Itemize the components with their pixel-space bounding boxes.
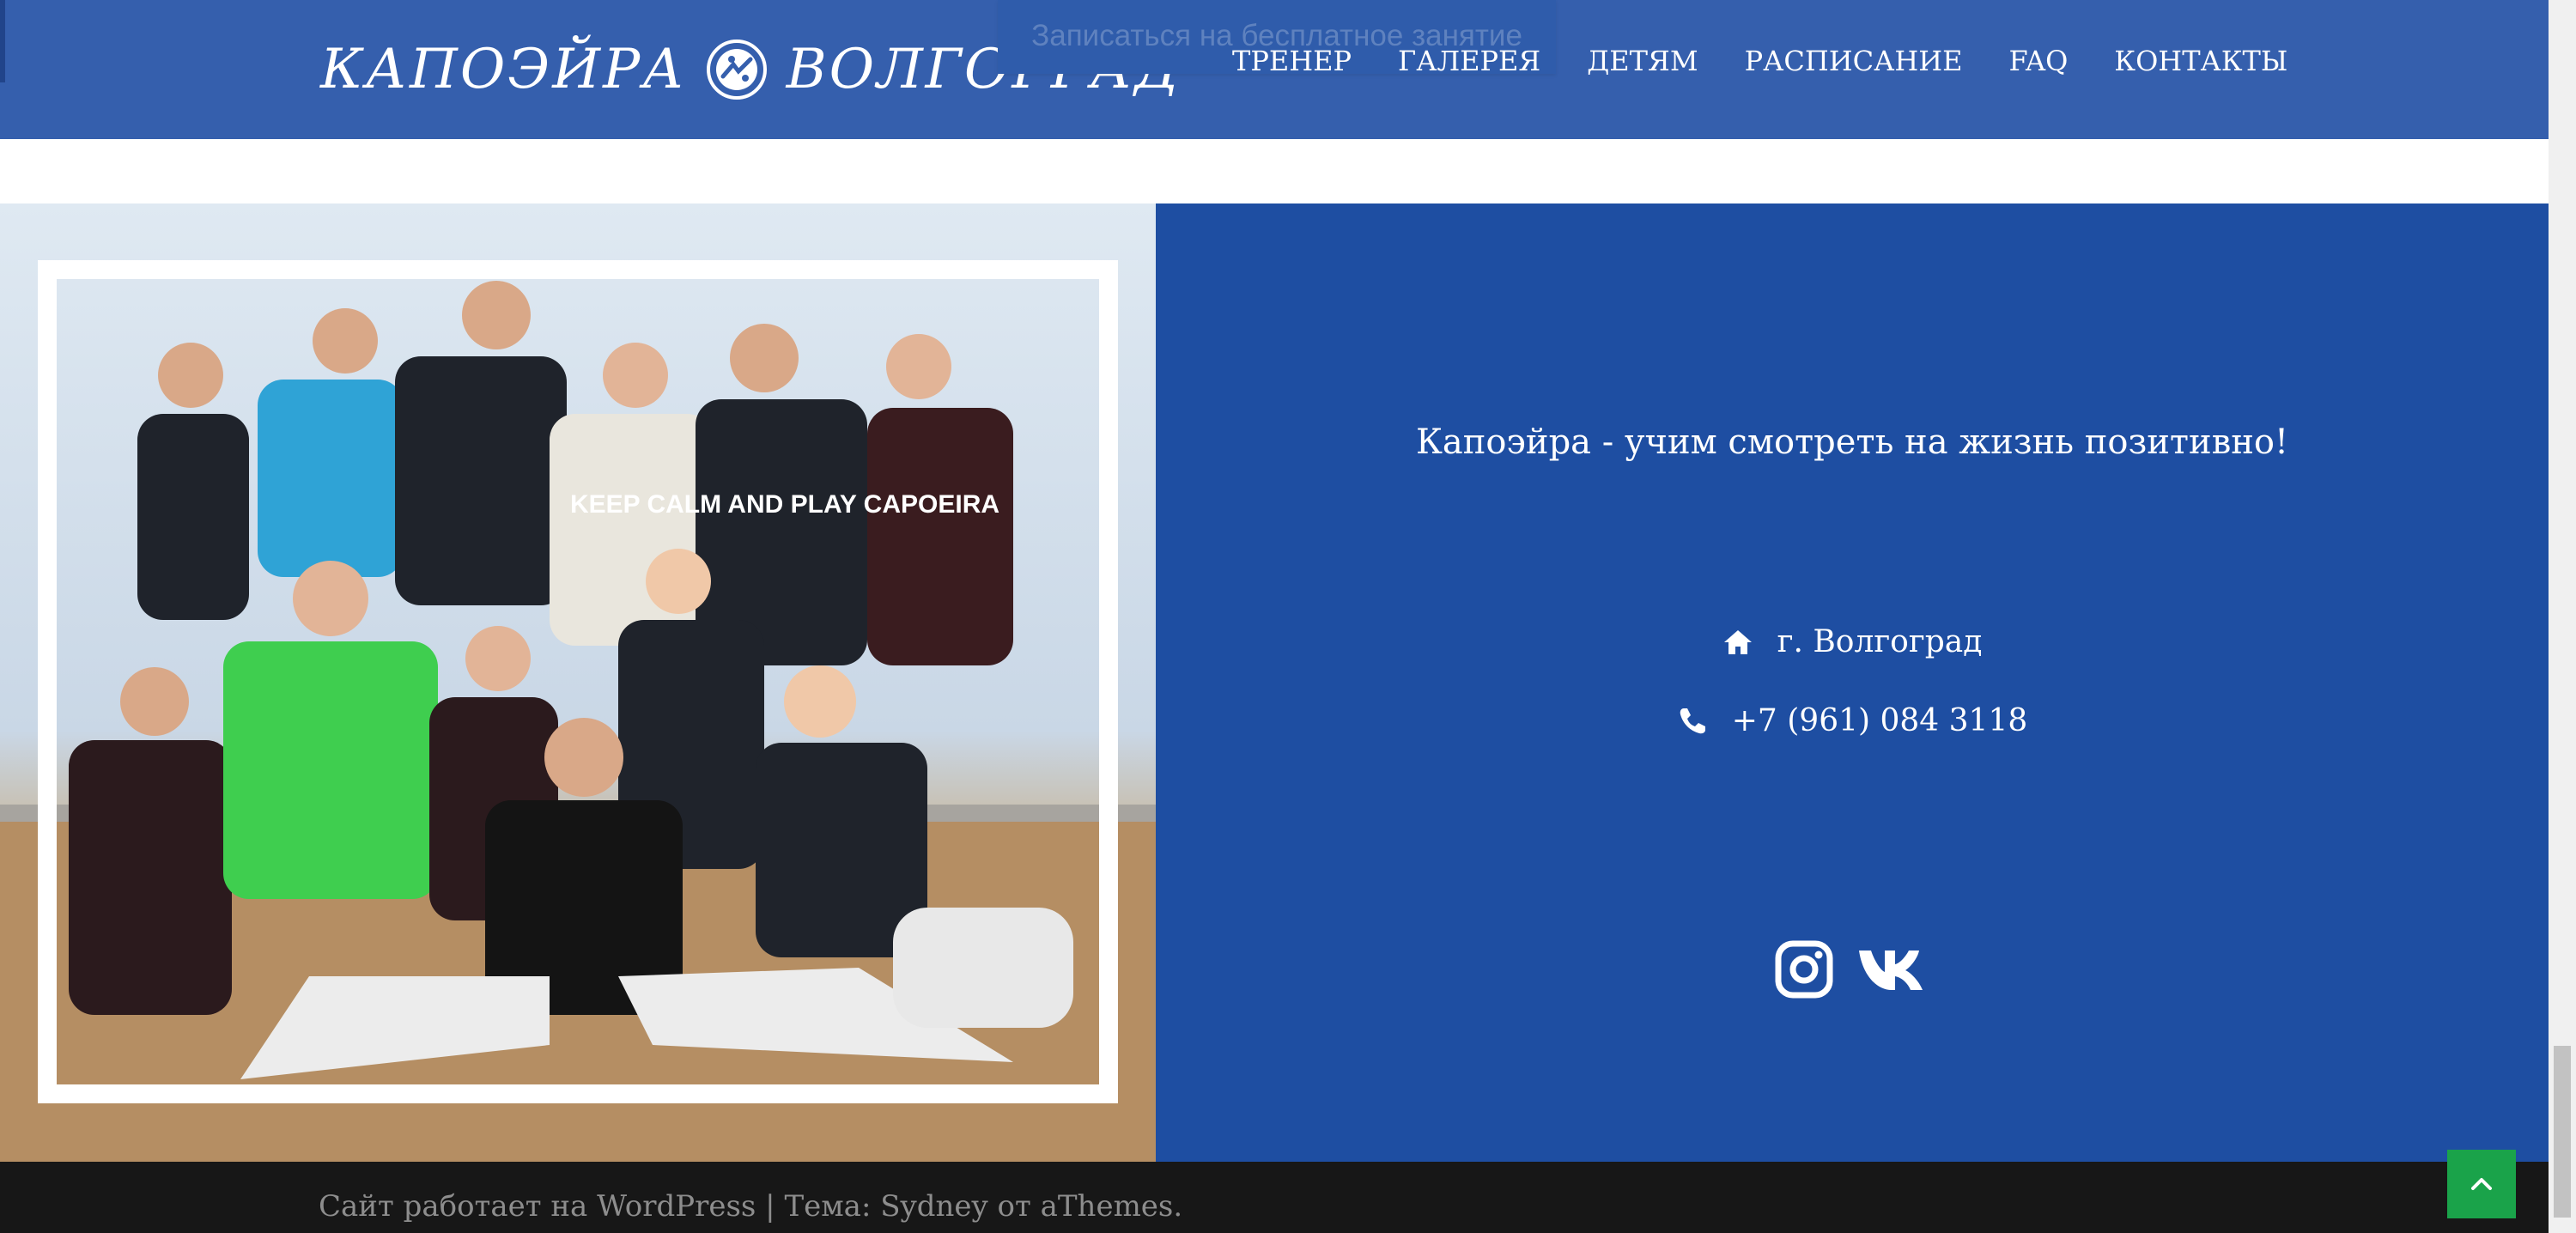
capoeira-emblem-icon (706, 39, 767, 100)
phone-text[interactable]: +7 (961) 084 3118 (1732, 703, 2028, 738)
photo-frame (38, 260, 1118, 1103)
site-footer: Сайт работает на WordPress | Тема: Sydne… (0, 1162, 2549, 1233)
scroll-to-top-button[interactable] (2447, 1150, 2516, 1218)
contact-panel: Капоэйра - учим смотреть на жизнь позити… (1156, 203, 2549, 1162)
page-scrollbar[interactable] (2549, 0, 2576, 1233)
group-photo: KEEP CALM AND PLAY CAPOEIRA (0, 203, 1156, 1162)
nav-gallery[interactable]: ГАЛЕРЕЯ (1398, 45, 1540, 77)
nav-trainer[interactable]: ТРЕНЕР (1232, 45, 1352, 77)
phone-row: +7 (961) 084 3118 (1156, 703, 2549, 738)
nav-schedule[interactable]: РАСПИСАНИЕ (1745, 45, 1963, 77)
chevron-up-icon (2471, 1178, 2492, 1190)
nav-kids[interactable]: ДЕТЯМ (1587, 45, 1698, 77)
social-links (1156, 940, 2549, 999)
site-header: КАПОЭЙРА ВОЛГОГРАД Записаться на бесплат… (0, 0, 2549, 139)
main-nav: ТРЕНЕР ГАЛЕРЕЯ ДЕТЯМ РАСПИСАНИЕ FAQ КОНТ… (1232, 45, 2334, 77)
vk-icon[interactable] (1857, 947, 1929, 992)
scrollbar-thumb[interactable] (2554, 1046, 2571, 1218)
nav-contacts[interactable]: КОНТАКТЫ (2114, 45, 2287, 77)
instagram-icon[interactable] (1775, 940, 1833, 999)
logo-text-left: КАПОЭЙРА (320, 38, 687, 101)
header-edge (0, 0, 5, 82)
nav-faq[interactable]: FAQ (2009, 45, 2069, 77)
address-text: г. Волгоград (1777, 624, 1983, 659)
home-icon (1723, 629, 1752, 654)
phone-icon (1680, 708, 1705, 733)
address-row: г. Волгоград (1156, 624, 2549, 659)
tagline: Капоэйра - учим смотреть на жизнь позити… (1415, 422, 2289, 462)
footer-credits[interactable]: Сайт работает на WordPress | Тема: Sydne… (319, 1189, 1182, 1224)
